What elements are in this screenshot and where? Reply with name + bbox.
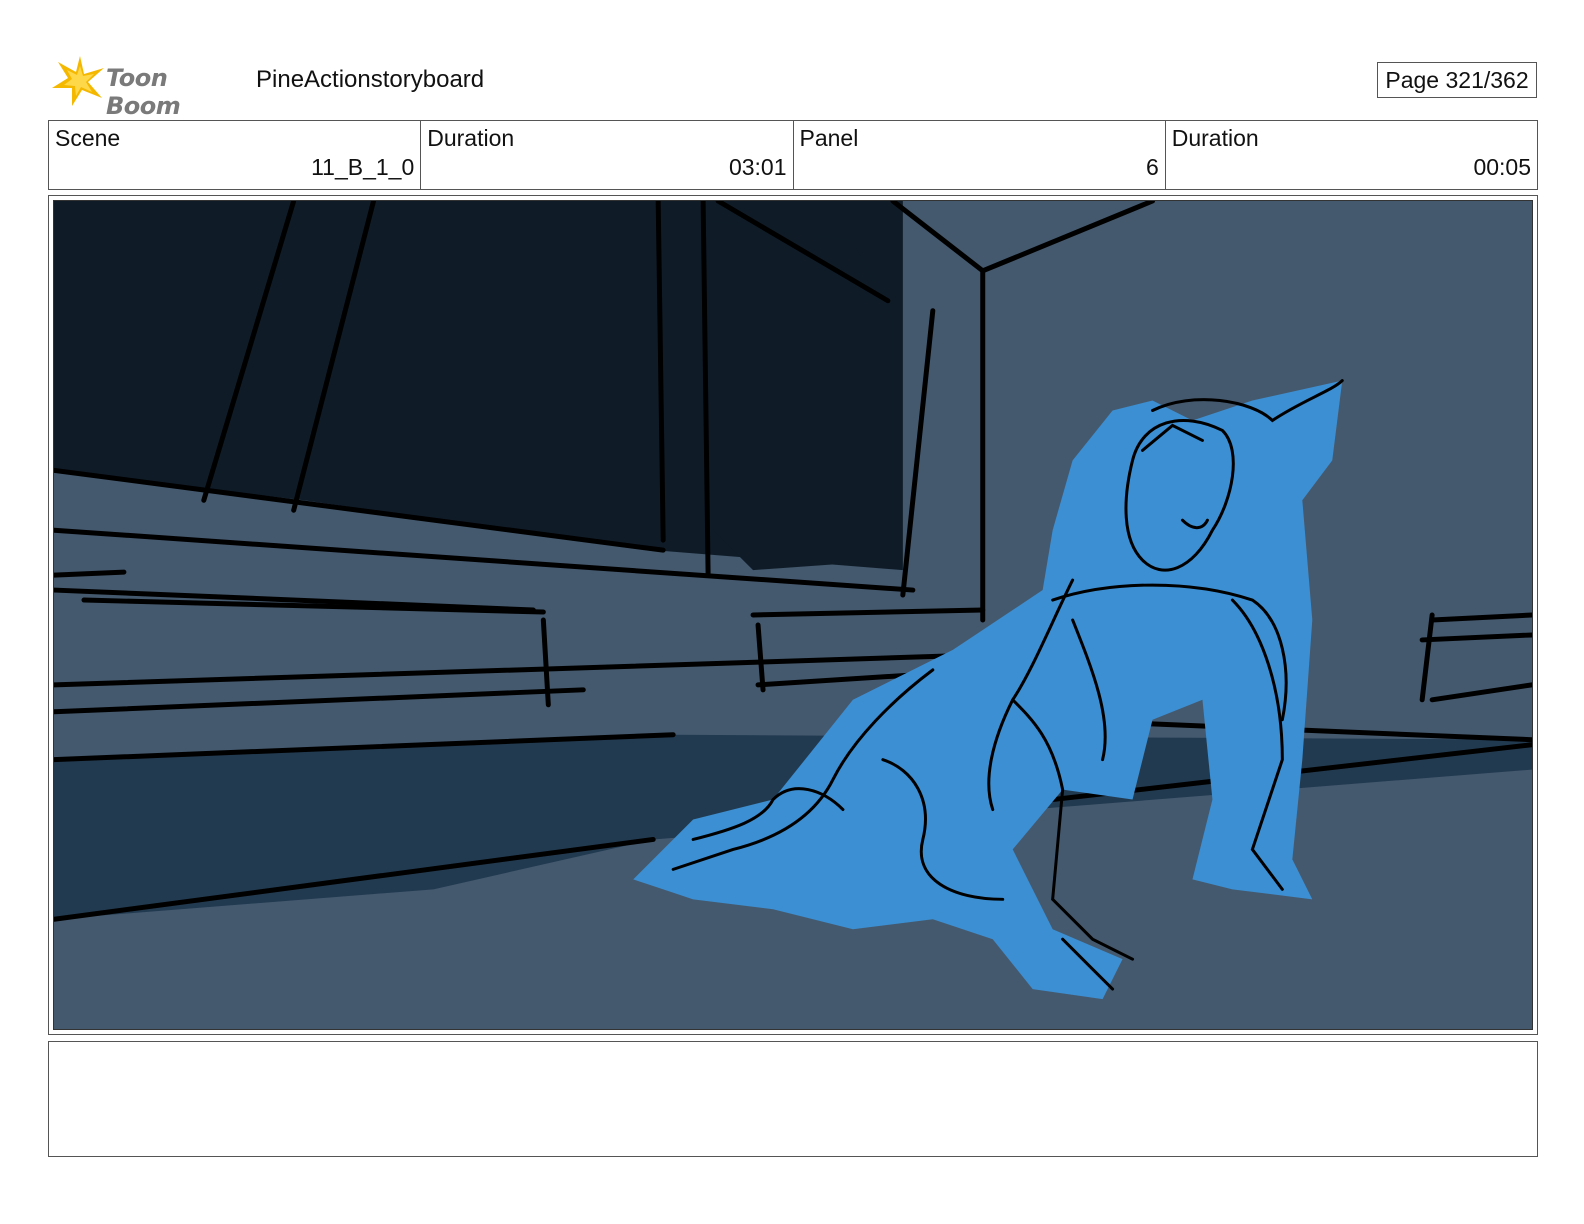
panel-notes-box <box>48 1041 1538 1157</box>
project-title: PineActionstoryboard <box>256 66 485 93</box>
window-right <box>713 220 893 571</box>
panel-label: Panel <box>799 125 859 151</box>
scene-cell: Scene 11_B_1_0 <box>49 121 422 189</box>
scene-label: Scene <box>55 125 121 151</box>
logo-text: Toon Boom <box>106 64 181 120</box>
storyboard-panel-drawing <box>53 200 1533 1030</box>
star-burst-icon <box>52 56 104 106</box>
scene-duration-label: Duration <box>427 125 515 151</box>
storyboard-panel-frame <box>48 195 1538 1035</box>
panel-duration-cell: Duration 00:05 <box>1166 121 1537 189</box>
info-table: Scene 11_B_1_0 Duration 03:01 Panel 6 Du… <box>48 120 1538 190</box>
panel-duration-label: Duration <box>1171 125 1259 151</box>
toon-boom-logo: Toon Boom <box>50 54 240 120</box>
page-indicator: Page 321/362 <box>1377 62 1537 98</box>
scene-value: 11_B_1_0 <box>311 154 415 180</box>
panel-cell: Panel 6 <box>794 121 1166 189</box>
panel-duration-value: 00:05 <box>1473 154 1531 180</box>
scene-duration-value: 03:01 <box>728 154 787 180</box>
scene-duration-cell: Duration 03:01 <box>421 121 794 189</box>
panel-value: 6 <box>1145 154 1159 180</box>
